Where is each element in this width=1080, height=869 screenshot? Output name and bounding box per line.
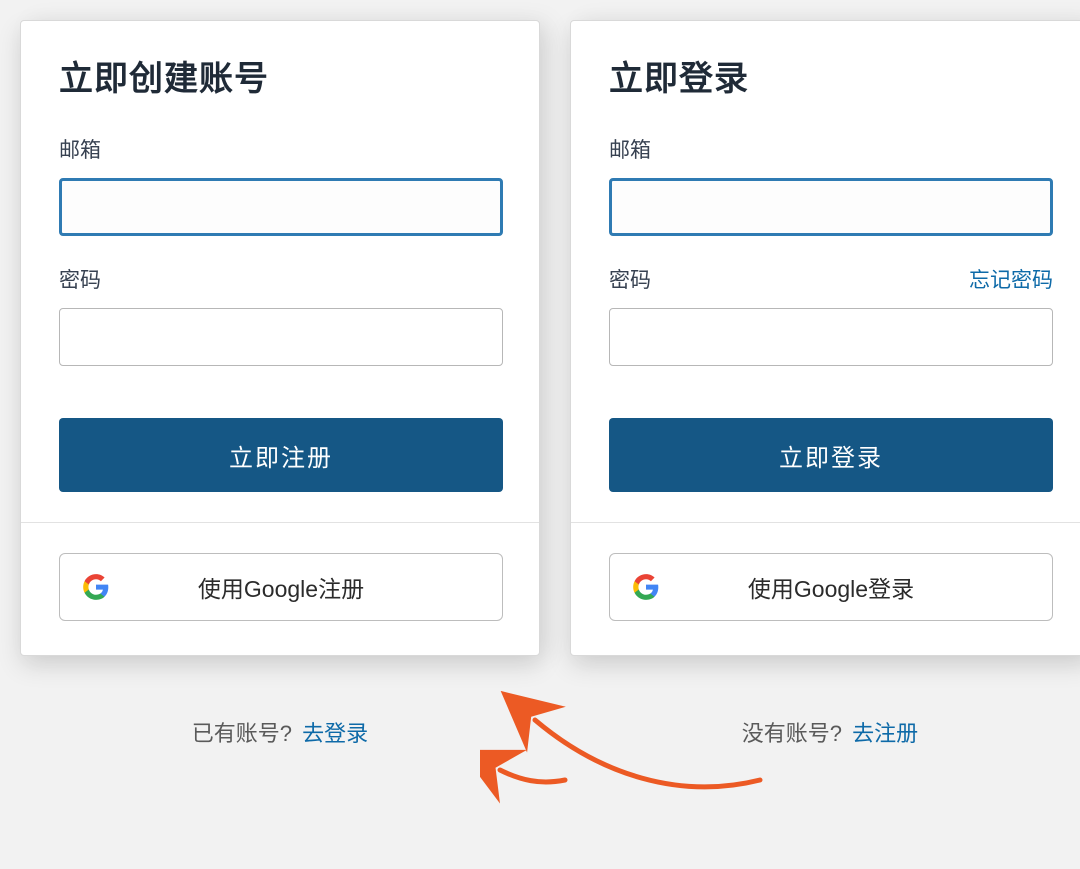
login-password-label: 密码 bbox=[609, 264, 651, 294]
login-google-label: 使用Google登录 bbox=[748, 570, 914, 604]
login-email-label: 邮箱 bbox=[609, 134, 651, 164]
register-password-label: 密码 bbox=[59, 264, 101, 294]
login-password-input[interactable] bbox=[609, 308, 1053, 366]
already-have-account-text: 已有账号? bbox=[192, 721, 292, 746]
login-title: 立即登录 bbox=[609, 51, 1053, 100]
go-login-link[interactable]: 去登录 bbox=[302, 721, 368, 746]
register-google-label: 使用Google注册 bbox=[198, 570, 364, 604]
register-google-button[interactable]: 使用Google注册 bbox=[59, 553, 503, 621]
no-account-text: 没有账号? bbox=[742, 721, 842, 746]
google-logo-icon bbox=[632, 573, 660, 601]
login-card: 立即登录 邮箱 密码 忘记密码 立即登录 bbox=[570, 20, 1080, 656]
register-submit-button[interactable]: 立即注册 bbox=[59, 418, 503, 492]
login-switch-row: 没有账号? 去注册 bbox=[570, 716, 1080, 748]
register-card: 立即创建账号 邮箱 密码 立即注册 使 bbox=[20, 20, 540, 656]
login-submit-button[interactable]: 立即登录 bbox=[609, 418, 1053, 492]
register-password-input[interactable] bbox=[59, 308, 503, 366]
register-title: 立即创建账号 bbox=[59, 51, 503, 100]
forgot-password-link[interactable]: 忘记密码 bbox=[969, 264, 1053, 294]
register-email-label: 邮箱 bbox=[59, 134, 101, 164]
go-register-link[interactable]: 去注册 bbox=[852, 721, 918, 746]
register-switch-row: 已有账号? 去登录 bbox=[20, 716, 540, 748]
register-email-input[interactable] bbox=[59, 178, 503, 236]
login-email-input[interactable] bbox=[609, 178, 1053, 236]
google-logo-icon bbox=[82, 573, 110, 601]
login-google-button[interactable]: 使用Google登录 bbox=[609, 553, 1053, 621]
